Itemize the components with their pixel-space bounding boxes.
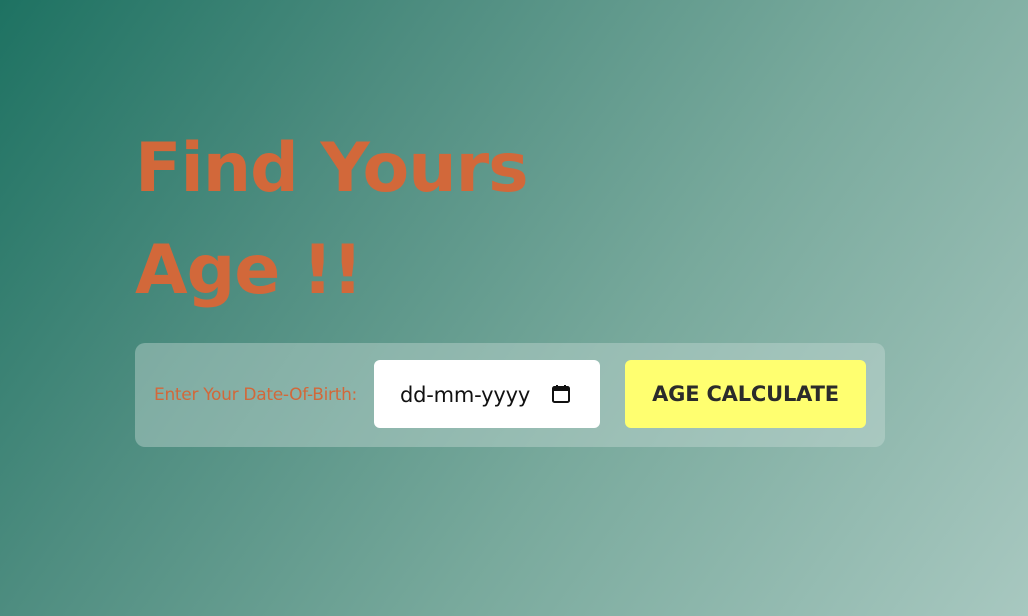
dob-form-panel: Enter Your Date-Of-Birth: dd-mm-yyyy AGE… — [135, 343, 885, 447]
age-calculate-button[interactable]: AGE CALCULATE — [625, 360, 866, 428]
page-title: Find Yours Age !! — [135, 118, 529, 322]
page-title-line-2: Age !! — [135, 231, 363, 310]
dob-label: Enter Your Date-Of-Birth: — [154, 385, 357, 405]
date-of-birth-input[interactable]: dd-mm-yyyy — [374, 360, 600, 428]
page-title-line-1: Find Yours — [135, 129, 529, 208]
date-placeholder: dd-mm-yyyy — [400, 383, 531, 407]
calendar-icon[interactable] — [551, 384, 571, 404]
